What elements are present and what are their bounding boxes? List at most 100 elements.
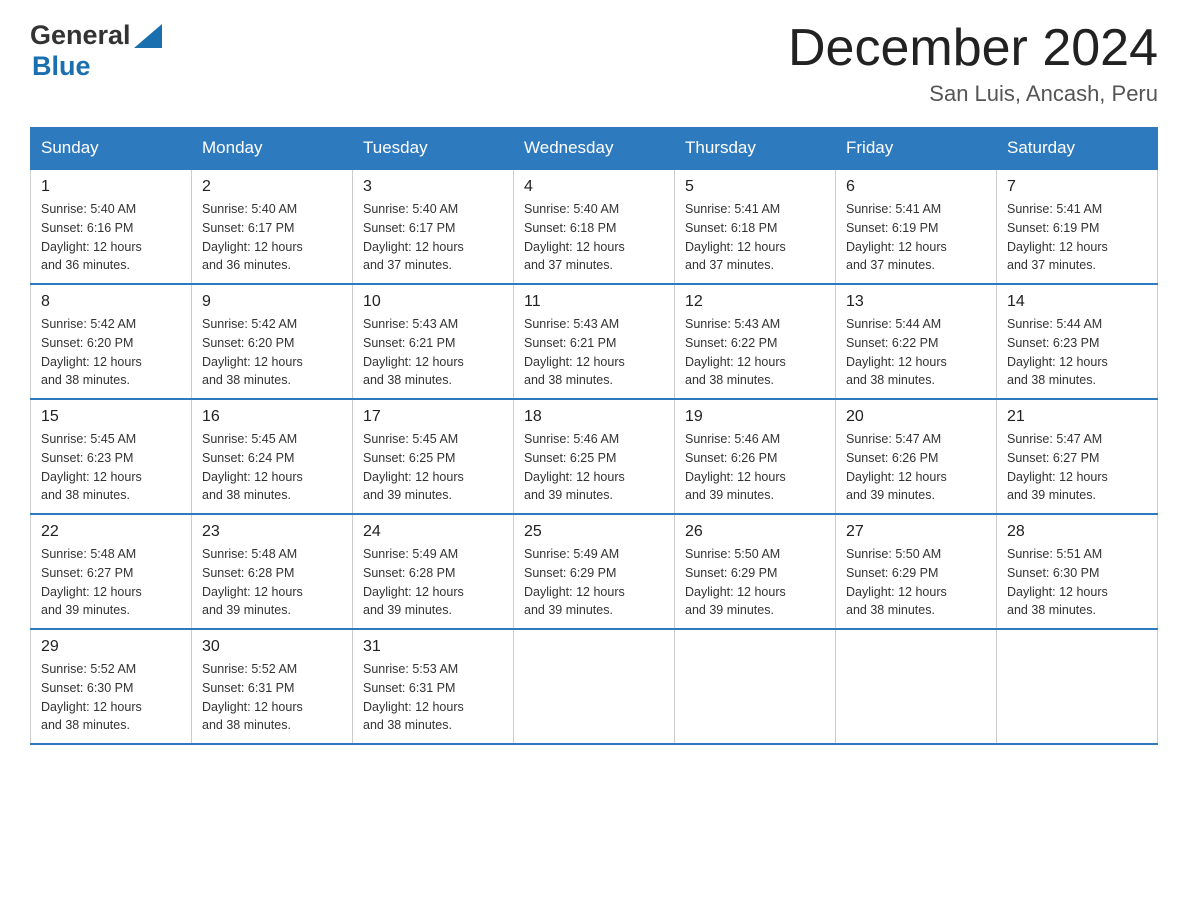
day-number: 10 xyxy=(363,293,503,311)
day-info: Sunrise: 5:44 AM Sunset: 6:22 PM Dayligh… xyxy=(846,315,986,390)
day-number: 11 xyxy=(524,293,664,311)
col-saturday: Saturday xyxy=(997,128,1158,170)
calendar-week-row: 8 Sunrise: 5:42 AM Sunset: 6:20 PM Daylig… xyxy=(31,284,1158,399)
day-info: Sunrise: 5:50 AM Sunset: 6:29 PM Dayligh… xyxy=(685,545,825,620)
table-row: 3 Sunrise: 5:40 AM Sunset: 6:17 PM Daylig… xyxy=(353,169,514,284)
table-row: 22 Sunrise: 5:48 AM Sunset: 6:27 PM Dayli… xyxy=(31,514,192,629)
month-title: December 2024 xyxy=(788,20,1158,77)
calendar-week-row: 15 Sunrise: 5:45 AM Sunset: 6:23 PM Dayli… xyxy=(31,399,1158,514)
table-row: 24 Sunrise: 5:49 AM Sunset: 6:28 PM Dayli… xyxy=(353,514,514,629)
day-number: 22 xyxy=(41,523,181,541)
table-row: 29Sunrise: 5:52 AM Sunset: 6:30 PM Dayli… xyxy=(31,629,192,744)
table-row: 10 Sunrise: 5:43 AM Sunset: 6:21 PM Dayli… xyxy=(353,284,514,399)
day-number: 18 xyxy=(524,408,664,426)
table-row: 8 Sunrise: 5:42 AM Sunset: 6:20 PM Daylig… xyxy=(31,284,192,399)
table-row: 18 Sunrise: 5:46 AM Sunset: 6:25 PM Dayli… xyxy=(514,399,675,514)
day-number: 28 xyxy=(1007,523,1147,541)
table-row: 5 Sunrise: 5:41 AM Sunset: 6:18 PM Daylig… xyxy=(675,169,836,284)
day-info: Sunrise: 5:46 AM Sunset: 6:26 PM Dayligh… xyxy=(685,430,825,505)
table-row: 26 Sunrise: 5:50 AM Sunset: 6:29 PM Dayli… xyxy=(675,514,836,629)
calendar-week-row: 29Sunrise: 5:52 AM Sunset: 6:30 PM Dayli… xyxy=(31,629,1158,744)
day-number: 14 xyxy=(1007,293,1147,311)
col-monday: Monday xyxy=(192,128,353,170)
day-number: 23 xyxy=(202,523,342,541)
day-info: Sunrise: 5:41 AM Sunset: 6:18 PM Dayligh… xyxy=(685,200,825,275)
day-number: 9 xyxy=(202,293,342,311)
day-number: 2 xyxy=(202,178,342,196)
day-number: 26 xyxy=(685,523,825,541)
col-friday: Friday xyxy=(836,128,997,170)
col-thursday: Thursday xyxy=(675,128,836,170)
day-number: 30 xyxy=(202,638,342,656)
table-row: 2 Sunrise: 5:40 AM Sunset: 6:17 PM Daylig… xyxy=(192,169,353,284)
day-number: 31 xyxy=(363,638,503,656)
table-row: 19Sunrise: 5:46 AM Sunset: 6:26 PM Dayli… xyxy=(675,399,836,514)
day-info: Sunrise: 5:47 AM Sunset: 6:27 PM Dayligh… xyxy=(1007,430,1147,505)
logo: General Blue xyxy=(30,20,162,82)
day-number: 20 xyxy=(846,408,986,426)
day-number: 5 xyxy=(685,178,825,196)
day-number: 27 xyxy=(846,523,986,541)
day-info: Sunrise: 5:42 AM Sunset: 6:20 PM Dayligh… xyxy=(41,315,181,390)
logo-general-text: General xyxy=(30,20,131,51)
day-number: 13 xyxy=(846,293,986,311)
table-row: 27 Sunrise: 5:50 AM Sunset: 6:29 PM Dayli… xyxy=(836,514,997,629)
day-number: 4 xyxy=(524,178,664,196)
day-info: Sunrise: 5:42 AM Sunset: 6:20 PM Dayligh… xyxy=(202,315,342,390)
day-info: Sunrise: 5:46 AM Sunset: 6:25 PM Dayligh… xyxy=(524,430,664,505)
day-number: 6 xyxy=(846,178,986,196)
table-row: 6 Sunrise: 5:41 AM Sunset: 6:19 PM Daylig… xyxy=(836,169,997,284)
day-info: Sunrise: 5:43 AM Sunset: 6:21 PM Dayligh… xyxy=(524,315,664,390)
day-info: Sunrise: 5:45 AM Sunset: 6:24 PM Dayligh… xyxy=(202,430,342,505)
col-sunday: Sunday xyxy=(31,128,192,170)
day-info: Sunrise: 5:40 AM Sunset: 6:17 PM Dayligh… xyxy=(363,200,503,275)
day-info: Sunrise: 5:43 AM Sunset: 6:22 PM Dayligh… xyxy=(685,315,825,390)
table-row: 23Sunrise: 5:48 AM Sunset: 6:28 PM Dayli… xyxy=(192,514,353,629)
table-row xyxy=(997,629,1158,744)
table-row: 7Sunrise: 5:41 AM Sunset: 6:19 PM Daylig… xyxy=(997,169,1158,284)
day-info: Sunrise: 5:52 AM Sunset: 6:31 PM Dayligh… xyxy=(202,660,342,735)
table-row: 31 Sunrise: 5:53 AM Sunset: 6:31 PM Dayli… xyxy=(353,629,514,744)
day-number: 16 xyxy=(202,408,342,426)
col-wednesday: Wednesday xyxy=(514,128,675,170)
day-info: Sunrise: 5:50 AM Sunset: 6:29 PM Dayligh… xyxy=(846,545,986,620)
table-row: 13 Sunrise: 5:44 AM Sunset: 6:22 PM Dayli… xyxy=(836,284,997,399)
table-row: 15 Sunrise: 5:45 AM Sunset: 6:23 PM Dayli… xyxy=(31,399,192,514)
day-info: Sunrise: 5:48 AM Sunset: 6:27 PM Dayligh… xyxy=(41,545,181,620)
day-info: Sunrise: 5:43 AM Sunset: 6:21 PM Dayligh… xyxy=(363,315,503,390)
logo-triangle-icon xyxy=(134,24,162,48)
col-tuesday: Tuesday xyxy=(353,128,514,170)
day-info: Sunrise: 5:41 AM Sunset: 6:19 PM Dayligh… xyxy=(846,200,986,275)
day-number: 17 xyxy=(363,408,503,426)
logo-blue-text: Blue xyxy=(32,51,91,81)
table-row: 30 Sunrise: 5:52 AM Sunset: 6:31 PM Dayli… xyxy=(192,629,353,744)
day-info: Sunrise: 5:45 AM Sunset: 6:23 PM Dayligh… xyxy=(41,430,181,505)
page-header: General Blue December 2024 San Luis, Anc… xyxy=(30,20,1158,107)
day-info: Sunrise: 5:40 AM Sunset: 6:17 PM Dayligh… xyxy=(202,200,342,275)
table-row xyxy=(514,629,675,744)
day-info: Sunrise: 5:40 AM Sunset: 6:18 PM Dayligh… xyxy=(524,200,664,275)
calendar-header-row: Sunday Monday Tuesday Wednesday Thursday… xyxy=(31,128,1158,170)
table-row: 21 Sunrise: 5:47 AM Sunset: 6:27 PM Dayli… xyxy=(997,399,1158,514)
table-row: 16 Sunrise: 5:45 AM Sunset: 6:24 PM Dayli… xyxy=(192,399,353,514)
day-info: Sunrise: 5:47 AM Sunset: 6:26 PM Dayligh… xyxy=(846,430,986,505)
day-info: Sunrise: 5:49 AM Sunset: 6:29 PM Dayligh… xyxy=(524,545,664,620)
day-info: Sunrise: 5:52 AM Sunset: 6:30 PM Dayligh… xyxy=(41,660,181,735)
calendar-week-row: 1Sunrise: 5:40 AM Sunset: 6:16 PM Daylig… xyxy=(31,169,1158,284)
location-subtitle: San Luis, Ancash, Peru xyxy=(788,81,1158,107)
day-number: 24 xyxy=(363,523,503,541)
title-block: December 2024 San Luis, Ancash, Peru xyxy=(788,20,1158,107)
table-row: 17 Sunrise: 5:45 AM Sunset: 6:25 PM Dayli… xyxy=(353,399,514,514)
day-number: 15 xyxy=(41,408,181,426)
day-number: 25 xyxy=(524,523,664,541)
day-info: Sunrise: 5:45 AM Sunset: 6:25 PM Dayligh… xyxy=(363,430,503,505)
day-info: Sunrise: 5:53 AM Sunset: 6:31 PM Dayligh… xyxy=(363,660,503,735)
day-number: 8 xyxy=(41,293,181,311)
day-info: Sunrise: 5:49 AM Sunset: 6:28 PM Dayligh… xyxy=(363,545,503,620)
day-info: Sunrise: 5:41 AM Sunset: 6:19 PM Dayligh… xyxy=(1007,200,1147,275)
day-number: 21 xyxy=(1007,408,1147,426)
table-row: 9 Sunrise: 5:42 AM Sunset: 6:20 PM Daylig… xyxy=(192,284,353,399)
day-number: 3 xyxy=(363,178,503,196)
day-number: 12 xyxy=(685,293,825,311)
table-row: 4 Sunrise: 5:40 AM Sunset: 6:18 PM Daylig… xyxy=(514,169,675,284)
